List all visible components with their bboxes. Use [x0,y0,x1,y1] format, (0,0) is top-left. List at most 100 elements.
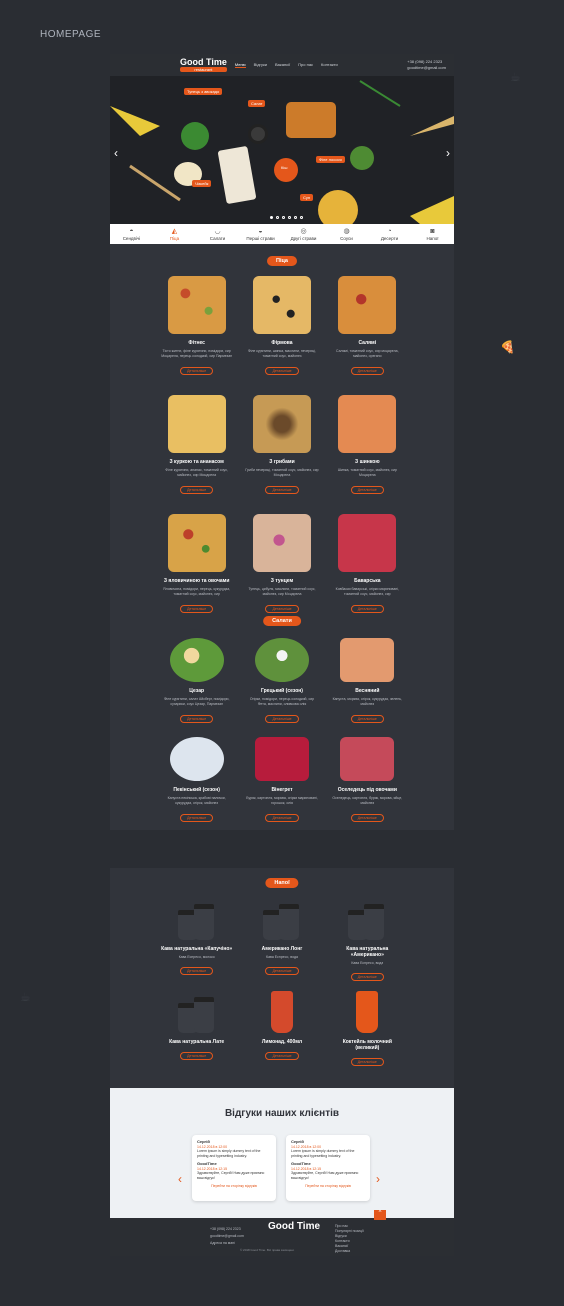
hero-tag[interactable]: Чізкейк [192,180,212,187]
reviews-page-link[interactable]: Перейти на сторінку відгуків [197,1184,271,1189]
brand-badge: restaurant [180,67,227,72]
slider-dot[interactable] [288,216,291,219]
slider-next-arrow[interactable]: › [446,146,450,160]
category-pizza[interactable]: ◭ Піца [153,224,196,244]
header-email[interactable]: goodtime@gmail.com [407,65,446,71]
product-image[interactable] [254,737,309,781]
category-desserts[interactable]: ◔ Десерти [368,224,411,244]
details-button[interactable]: Детальніше [180,967,214,975]
product-image[interactable] [167,395,226,453]
product-image[interactable] [340,638,395,682]
brand-name: Good Time [268,1221,321,1232]
product-desc: Кава Еспресо, вода [266,955,298,959]
product-image[interactable] [252,395,311,453]
product-image[interactable] [167,276,226,334]
product-name: Лимонад, 400мл [261,1039,303,1045]
menu-frame: Good Time restaurant Меню Відгуки Ваканс… [110,54,454,830]
nav-item-about[interactable]: Про нас [298,62,313,68]
product-image[interactable] [356,991,379,1033]
product-image[interactable] [252,514,311,572]
product-name: Кава натуральна «Американо» [346,946,389,958]
nav-item-reviews[interactable]: Відгуки [254,62,267,68]
details-button[interactable]: Детальніше [265,715,299,723]
slider-dot[interactable] [276,216,279,219]
details-button[interactable]: Детальніше [180,1052,214,1060]
category-salads[interactable]: ◡ Салати [196,224,239,244]
product-image[interactable] [169,638,224,682]
product-image[interactable] [254,638,309,682]
drinks-frame: Напої Кава натуральна «Капучіно» Кава Есп… [110,868,454,1256]
details-button[interactable]: Детальніше [180,367,214,375]
nav-item-contacts[interactable]: Контакти [321,62,338,68]
details-button[interactable]: Детальніше [350,814,384,822]
details-button[interactable]: Детальніше [265,814,299,822]
product-card: Коктейль молочний (великий) Детальніше [331,991,404,1066]
details-button[interactable]: Детальніше [350,605,384,613]
logo[interactable]: Good Time restaurant [180,58,227,72]
details-button[interactable]: Детальніше [265,486,299,494]
slider-dot[interactable] [282,216,285,219]
reply-text: Здравствуйте, Сергій! Нам дуже приємно в… [197,1171,265,1180]
salad-icon: ◡ [214,227,221,235]
reviews-page-link[interactable]: Перейти на сторінку відгуків [291,1184,365,1189]
category-sandwiches[interactable]: ◓ Сендвічі [110,224,153,244]
hero-tag[interactable]: Тунець з авокадо [184,88,223,95]
product-card: Грецький (сезон) Огірки, помідори, перець… [245,638,318,723]
hero-tag[interactable]: Салат [248,100,266,107]
product-name: Грецький (сезон) [260,688,303,694]
category-sauces[interactable]: ◍ Соуси [325,224,368,244]
slider-dot[interactable] [300,216,303,219]
details-button[interactable]: Детальніше [265,1052,299,1060]
product-image[interactable] [252,276,311,334]
reviews-next-arrow[interactable]: › [376,1172,380,1186]
details-button[interactable]: Детальніше [180,715,214,723]
product-image[interactable] [172,898,222,940]
product-image[interactable] [338,276,397,334]
slider-dots [270,216,303,219]
details-button[interactable]: Детальніше [350,1058,384,1066]
reviews-prev-arrow[interactable]: ‹ [178,1172,182,1186]
category-label: Напої [426,235,439,241]
details-button[interactable]: Детальніше [180,486,214,494]
nav-item-menu[interactable]: Меню [234,62,246,68]
slider-dot[interactable] [294,216,297,219]
hero-tag[interactable]: Суп [300,194,314,201]
nav-item-vacancies[interactable]: Вакансії [275,62,290,68]
details-button[interactable]: Детальніше [265,605,299,613]
scroll-top-button[interactable]: ^ [374,1210,386,1220]
product-card: Баварська Ковбаски баварські, огірки мари… [331,514,404,613]
decor-icon: 🍕 [500,340,515,354]
product-image[interactable] [167,514,226,572]
details-button[interactable]: Детальніше [350,486,384,494]
product-image[interactable] [257,898,307,940]
product-name: Пекінський (сезон) [173,787,220,793]
footer-phone[interactable]: +38 (098) 224 2323 [210,1226,244,1233]
slider-prev-arrow[interactable]: ‹ [114,146,118,160]
details-button[interactable]: Детальніше [350,715,384,723]
details-button[interactable]: Детальніше [180,814,214,822]
category-second-courses[interactable]: ◎ Другі страви [282,224,325,244]
details-button[interactable]: Детальніше [350,367,384,375]
product-image[interactable] [338,395,397,453]
slider-dot[interactable] [270,216,273,219]
footer-email[interactable]: goodtime@gmail.com [210,1233,244,1240]
hero-tag[interactable]: Кіш [278,164,291,171]
category-drinks[interactable]: ◙ Напої [411,224,454,244]
product-image[interactable] [169,737,224,781]
product-card: Вінегрет Буряк, картопля, морква, огірки … [245,737,318,822]
product-image[interactable] [270,991,293,1033]
footer-logo[interactable]: Good Time [268,1222,320,1232]
reviews-section: Відгуки наших клієнтів ‹ Сергій 14.12.20… [110,1088,454,1218]
details-button[interactable]: Детальніше [180,605,214,613]
footer-link[interactable]: Доставка [335,1249,364,1254]
details-button[interactable]: Детальніше [265,367,299,375]
product-image[interactable] [342,898,392,940]
product-image[interactable] [338,514,397,572]
footer-address[interactable]: Адреса на мапі [210,1240,244,1247]
category-first-courses[interactable]: ◒ Перші страви [239,224,282,244]
hero-tag[interactable]: Філе лосося [316,156,345,163]
product-image[interactable] [340,737,395,781]
details-button[interactable]: Детальніше [265,967,299,975]
product-image[interactable] [172,991,222,1033]
details-button[interactable]: Детальніше [350,973,384,981]
